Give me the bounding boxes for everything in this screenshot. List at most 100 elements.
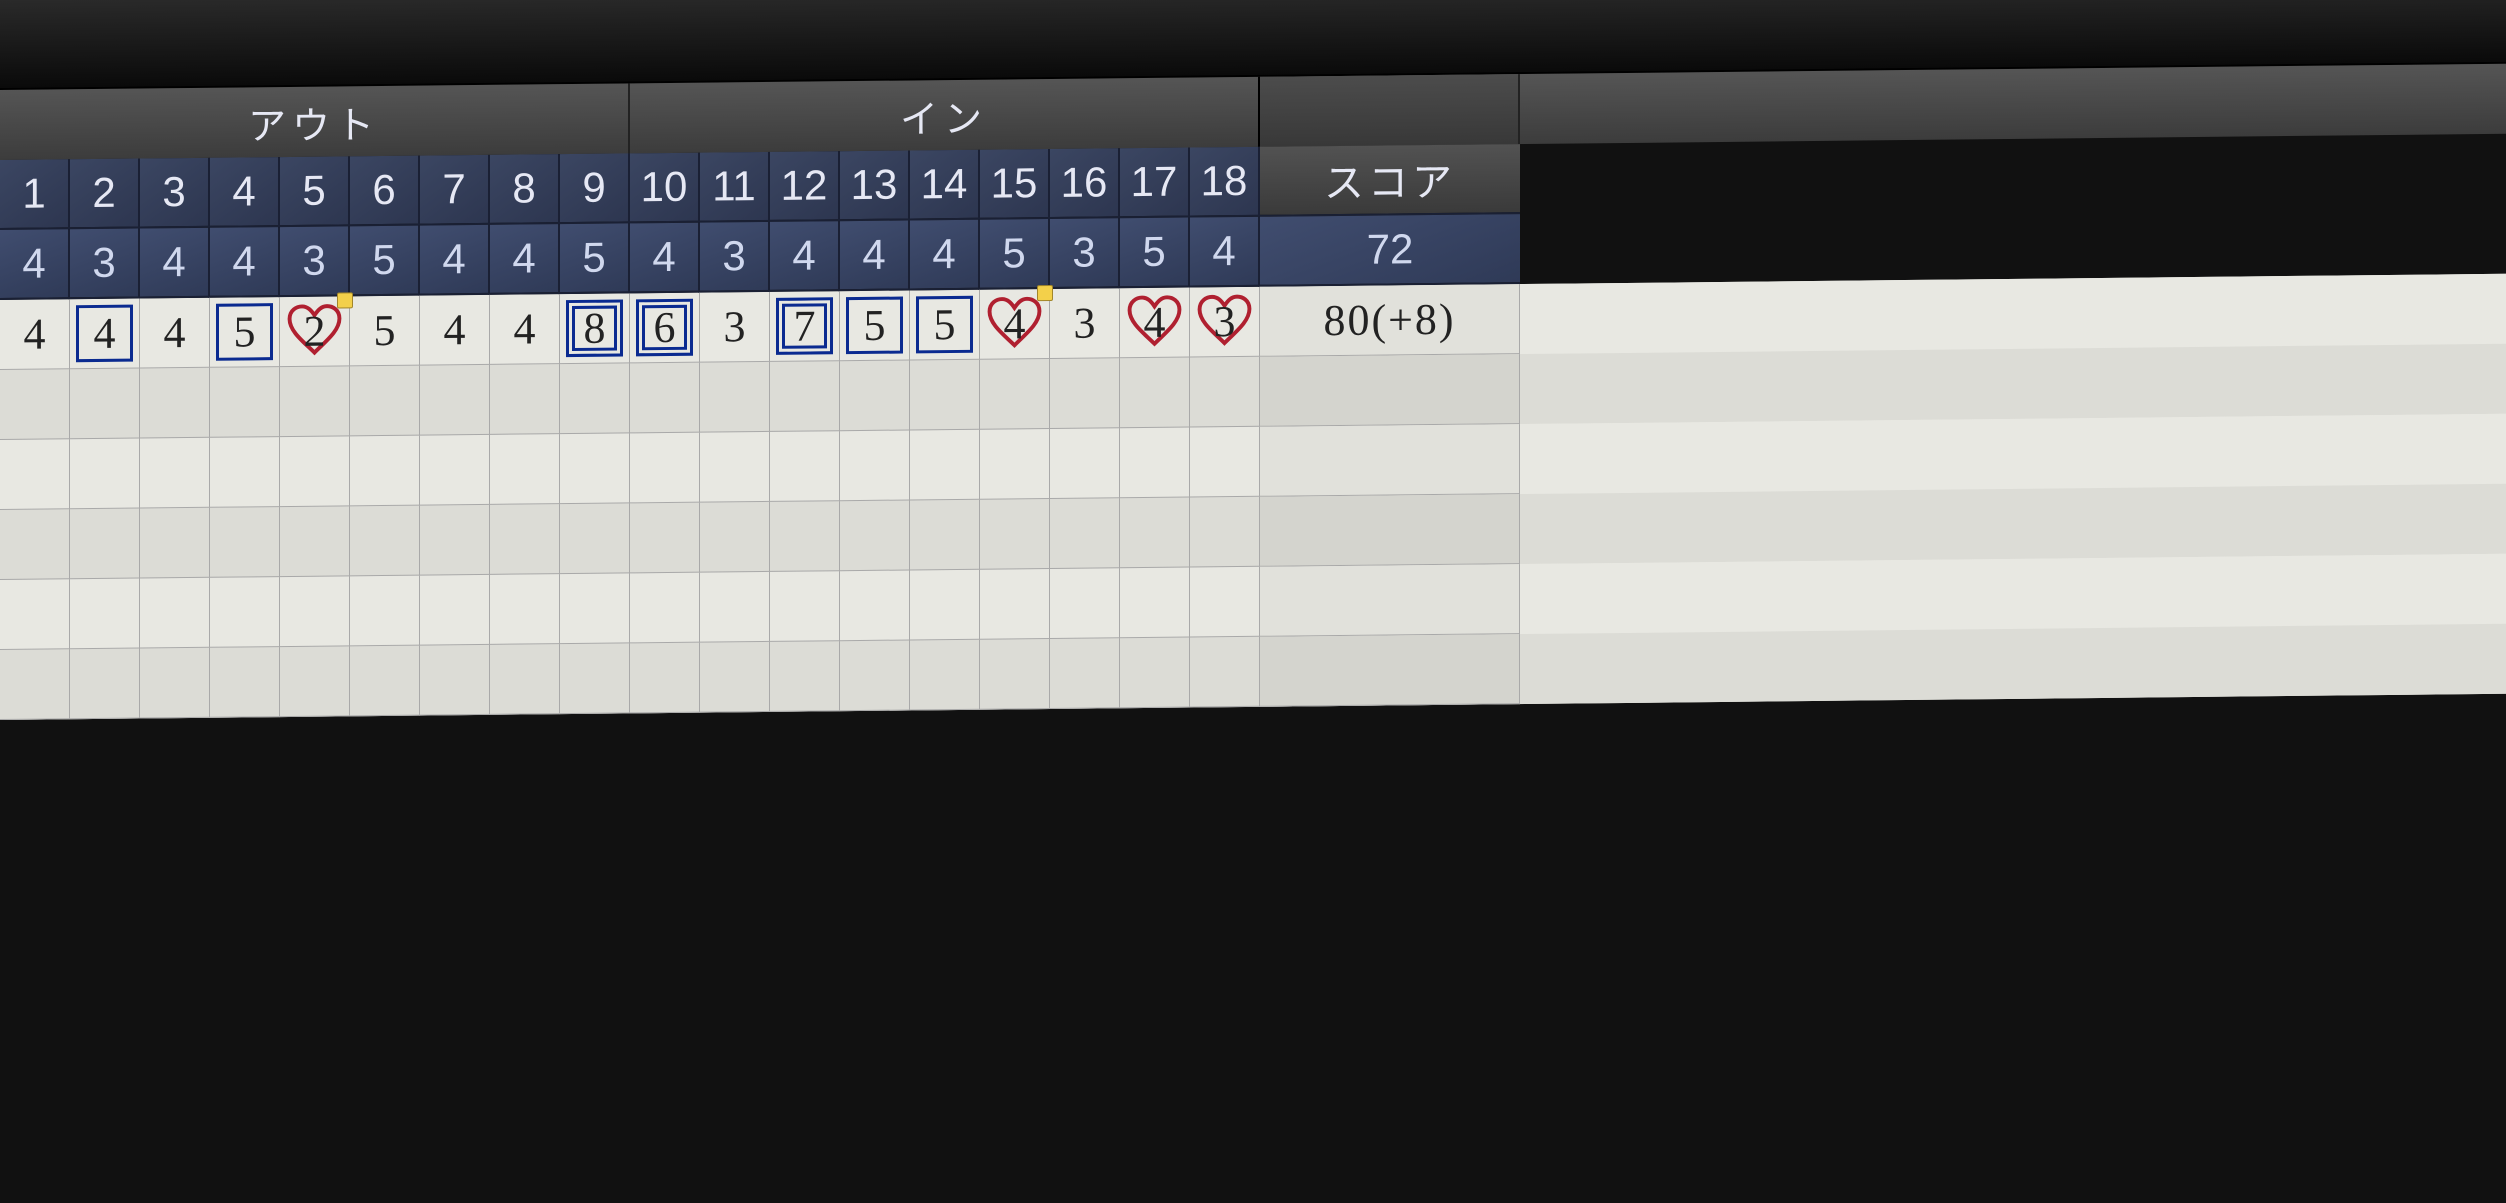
empty-cell[interactable] — [1190, 567, 1260, 638]
empty-cell[interactable] — [770, 431, 840, 502]
score-cell-hole-7[interactable]: 4 — [420, 295, 490, 366]
empty-cell[interactable] — [140, 438, 210, 509]
score-cell-hole-10[interactable]: 6 — [630, 293, 700, 364]
empty-cell[interactable] — [280, 506, 350, 577]
empty-cell[interactable] — [1050, 498, 1120, 569]
empty-cell[interactable] — [210, 647, 280, 718]
empty-cell[interactable] — [560, 433, 630, 504]
empty-cell[interactable] — [210, 507, 280, 578]
empty-cell[interactable] — [1050, 568, 1120, 639]
score-cell-hole-16[interactable]: 3 — [1050, 288, 1120, 359]
empty-cell[interactable] — [560, 363, 630, 434]
empty-cell[interactable] — [630, 503, 700, 574]
empty-cell[interactable] — [420, 365, 490, 436]
empty-cell[interactable] — [350, 506, 420, 577]
empty-cell[interactable] — [350, 436, 420, 507]
empty-cell[interactable] — [700, 642, 770, 713]
empty-cell[interactable] — [280, 366, 350, 437]
empty-cell[interactable] — [140, 368, 210, 439]
empty-cell[interactable] — [140, 508, 210, 579]
empty-cell[interactable] — [420, 505, 490, 576]
empty-cell[interactable] — [350, 366, 420, 437]
empty-cell[interactable] — [630, 643, 700, 714]
empty-cell[interactable] — [770, 501, 840, 572]
empty-cell[interactable] — [70, 439, 140, 510]
empty-cell[interactable] — [1120, 638, 1190, 709]
empty-cell[interactable] — [980, 499, 1050, 570]
empty-cell[interactable] — [280, 576, 350, 647]
empty-cell[interactable] — [140, 578, 210, 649]
score-cell-hole-18[interactable]: 3 — [1190, 287, 1260, 358]
empty-cell[interactable] — [700, 572, 770, 643]
empty-cell[interactable] — [700, 432, 770, 503]
empty-cell[interactable] — [910, 640, 980, 711]
score-cell-hole-15[interactable]: 4 — [980, 289, 1050, 360]
empty-cell[interactable] — [1190, 637, 1260, 708]
empty-cell[interactable] — [420, 645, 490, 716]
empty-cell[interactable] — [210, 367, 280, 438]
empty-cell[interactable] — [350, 646, 420, 717]
empty-cell[interactable] — [840, 570, 910, 641]
empty-cell[interactable] — [0, 369, 70, 440]
empty-cell[interactable] — [770, 361, 840, 432]
empty-cell[interactable] — [770, 641, 840, 712]
empty-cell[interactable] — [0, 509, 70, 580]
empty-cell[interactable] — [560, 643, 630, 714]
empty-cell[interactable] — [70, 649, 140, 720]
empty-cell[interactable] — [770, 571, 840, 642]
empty-cell[interactable] — [210, 437, 280, 508]
empty-cell[interactable] — [1190, 357, 1260, 428]
score-cell-hole-13[interactable]: 5 — [840, 290, 910, 361]
empty-cell[interactable] — [1050, 358, 1120, 429]
empty-cell[interactable] — [840, 500, 910, 571]
empty-cell[interactable] — [840, 640, 910, 711]
empty-cell[interactable] — [280, 646, 350, 717]
empty-cell[interactable] — [70, 369, 140, 440]
score-cell-hole-11[interactable]: 3 — [700, 292, 770, 363]
empty-cell[interactable] — [700, 502, 770, 573]
score-cell-hole-17[interactable]: 4 — [1120, 288, 1190, 359]
empty-cell[interactable] — [350, 576, 420, 647]
empty-cell[interactable] — [1190, 427, 1260, 498]
empty-cell[interactable] — [490, 434, 560, 505]
score-cell-hole-2[interactable]: 4 — [70, 299, 140, 370]
score-cell-hole-6[interactable]: 5 — [350, 296, 420, 367]
empty-cell[interactable] — [840, 430, 910, 501]
empty-cell[interactable] — [1190, 497, 1260, 568]
empty-cell[interactable] — [420, 575, 490, 646]
empty-cell[interactable] — [210, 577, 280, 648]
score-cell-hole-3[interactable]: 4 — [140, 298, 210, 369]
score-cell-hole-8[interactable]: 4 — [490, 294, 560, 365]
empty-cell[interactable] — [910, 500, 980, 571]
score-cell-hole-12[interactable]: 7 — [770, 291, 840, 362]
empty-cell[interactable] — [490, 504, 560, 575]
empty-cell[interactable] — [1050, 638, 1120, 709]
score-cell-hole-14[interactable]: 5 — [910, 290, 980, 361]
score-cell-hole-4[interactable]: 5 — [210, 297, 280, 368]
empty-cell[interactable] — [490, 644, 560, 715]
empty-cell[interactable] — [560, 573, 630, 644]
empty-cell[interactable] — [1120, 568, 1190, 639]
empty-cell[interactable] — [630, 363, 700, 434]
empty-cell[interactable] — [490, 574, 560, 645]
empty-cell[interactable] — [420, 435, 490, 506]
empty-cell[interactable] — [840, 360, 910, 431]
score-cell-hole-5[interactable]: 2 — [280, 296, 350, 367]
score-cell-hole-9[interactable]: 8 — [560, 293, 630, 364]
empty-cell[interactable] — [630, 573, 700, 644]
empty-cell[interactable] — [1120, 358, 1190, 429]
empty-cell[interactable] — [490, 364, 560, 435]
empty-cell[interactable] — [980, 429, 1050, 500]
empty-cell[interactable] — [980, 639, 1050, 710]
empty-cell[interactable] — [0, 439, 70, 510]
empty-cell[interactable] — [700, 362, 770, 433]
empty-cell[interactable] — [70, 579, 140, 650]
score-cell-hole-1[interactable]: 4 — [0, 299, 70, 370]
empty-cell[interactable] — [1120, 428, 1190, 499]
empty-cell[interactable] — [630, 433, 700, 504]
empty-cell[interactable] — [910, 360, 980, 431]
empty-cell[interactable] — [140, 648, 210, 719]
empty-cell[interactable] — [560, 503, 630, 574]
empty-cell[interactable] — [980, 359, 1050, 430]
empty-cell[interactable] — [0, 649, 70, 720]
